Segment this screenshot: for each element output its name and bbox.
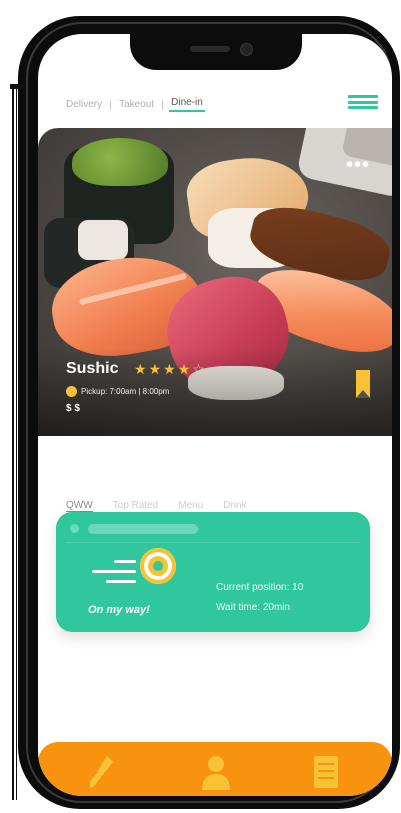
camera-icon	[240, 43, 253, 56]
tab-takeout[interactable]: Takeout	[117, 99, 156, 110]
sauce-dish	[295, 128, 392, 199]
restaurant-name: Sushic	[66, 360, 119, 377]
card-header-placeholder	[88, 524, 198, 534]
star-icon: ★	[163, 361, 176, 377]
queue-position: Current position: 10	[216, 582, 304, 593]
rice-block	[78, 220, 128, 260]
clock-icon	[66, 386, 77, 397]
tab-top-rated[interactable]: Top Rated	[113, 500, 159, 512]
queue-status-card[interactable]: On my way! Current position: 10 Wait tim…	[56, 512, 370, 632]
star-icon: ★	[148, 361, 162, 377]
list-icon[interactable]	[314, 754, 338, 790]
order-mode-tabs: Delivery Takeout Dine-in	[64, 97, 205, 112]
restaurant-section-tabs: QWW Top Rated Menu Drink	[66, 500, 247, 512]
bookmark-icon[interactable]	[356, 370, 370, 398]
queue-info: Current position: 10 Wait time: 20min	[216, 578, 303, 618]
bottom-navigation	[38, 742, 392, 796]
pickup-text: Pickup: 7:00am | 8:00pm	[81, 387, 170, 396]
tab-menu[interactable]: Menu	[178, 500, 203, 512]
star-icon: ★	[134, 361, 147, 377]
tab-qww[interactable]: QWW	[66, 500, 93, 512]
app-screen: Delivery Takeout Dine-in ••• Sushic ★ ★ …	[38, 34, 392, 796]
star-icon: ★	[177, 361, 191, 377]
card-divider	[66, 542, 360, 543]
tab-divider	[110, 99, 112, 110]
star-empty-icon: ☆	[192, 361, 205, 377]
status-label: On my way!	[88, 604, 150, 616]
rating-stars: ★ ★ ★ ★ ☆	[134, 361, 205, 378]
motion-lines-icon	[92, 556, 136, 586]
tab-dine-in[interactable]: Dine-in	[169, 97, 205, 112]
more-dots-icon[interactable]: •••	[346, 155, 370, 175]
speaker-icon	[190, 46, 230, 52]
seaweed-salad	[72, 138, 168, 186]
side-bezel	[12, 84, 17, 800]
hamburger-menu-icon[interactable]	[348, 95, 378, 109]
side-button	[10, 84, 24, 89]
status-dot	[70, 524, 79, 533]
phone-notch	[130, 34, 302, 70]
utensils-icon[interactable]	[90, 754, 116, 790]
pickup-hours: Pickup: 7:00am | 8:00pm	[66, 386, 169, 397]
tab-drink[interactable]: Drink	[223, 500, 246, 512]
wait-time: Wait time: 20min	[216, 602, 291, 613]
target-icon	[140, 548, 176, 584]
price-level: $ $	[66, 403, 80, 414]
person-icon[interactable]	[200, 754, 232, 792]
tab-divider	[162, 99, 164, 110]
tab-delivery[interactable]: Delivery	[64, 99, 104, 110]
